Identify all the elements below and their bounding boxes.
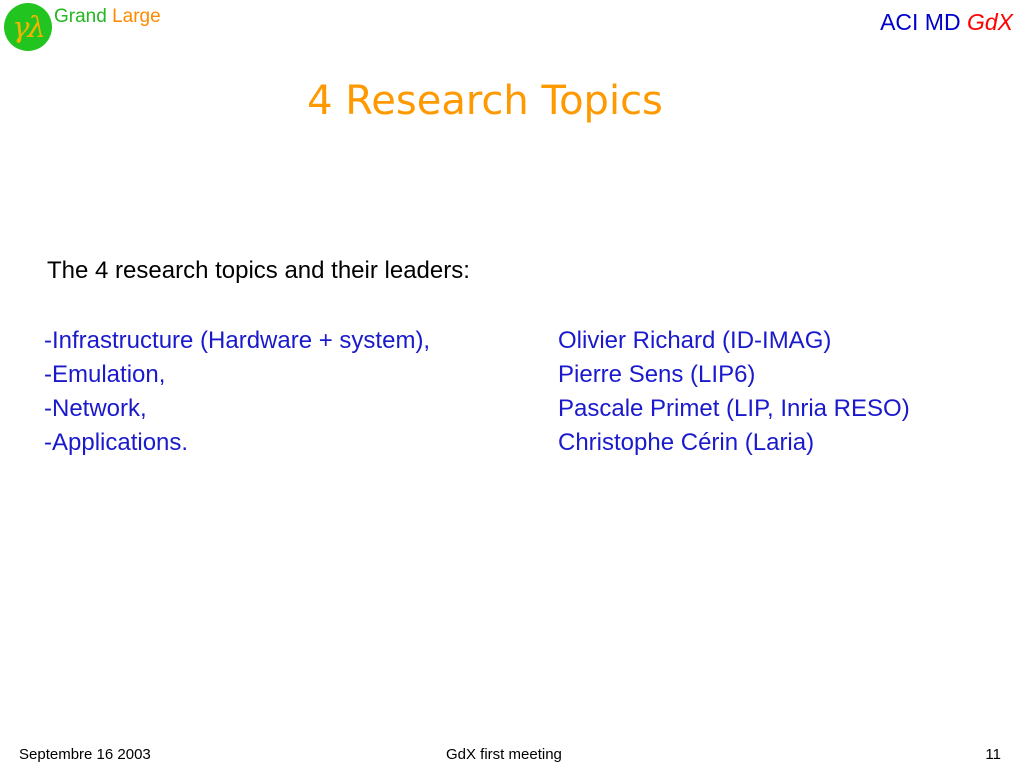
topic-name: -Emulation, bbox=[44, 361, 166, 388]
topic-name: -Infrastructure (Hardware + system), bbox=[44, 327, 431, 354]
footer-date: Septembre 16 2003 bbox=[19, 746, 151, 763]
project-name: GdX bbox=[966, 9, 1013, 35]
footer-event: GdX first meeting bbox=[446, 746, 562, 763]
logo-symbol: γλ bbox=[12, 9, 46, 44]
logo-word-grand: Grand bbox=[54, 6, 107, 27]
topic-leader: Christophe Cérin (Laria) bbox=[558, 429, 815, 456]
topic-leader: Olivier Richard (ID-IMAG) bbox=[558, 327, 832, 354]
logo-text: Grand Large bbox=[54, 6, 161, 28]
topic-name: -Network, bbox=[44, 395, 147, 422]
footer-page-number: 11 bbox=[985, 746, 1001, 763]
topic-name: -Applications. bbox=[44, 429, 189, 456]
grand-large-logo: γλ bbox=[4, 3, 52, 51]
intro-text: The 4 research topics and their leaders: bbox=[47, 257, 470, 284]
logo-word-large: Large bbox=[112, 6, 161, 27]
topic-leader: Pascale Primet (LIP, Inria RESO) bbox=[558, 395, 910, 422]
project-header: ACI MD GdX bbox=[880, 9, 1013, 36]
project-label: ACI MD bbox=[880, 9, 967, 35]
slide-title: 4 Research Topics bbox=[307, 78, 663, 124]
topic-leader: Pierre Sens (LIP6) bbox=[558, 361, 756, 388]
